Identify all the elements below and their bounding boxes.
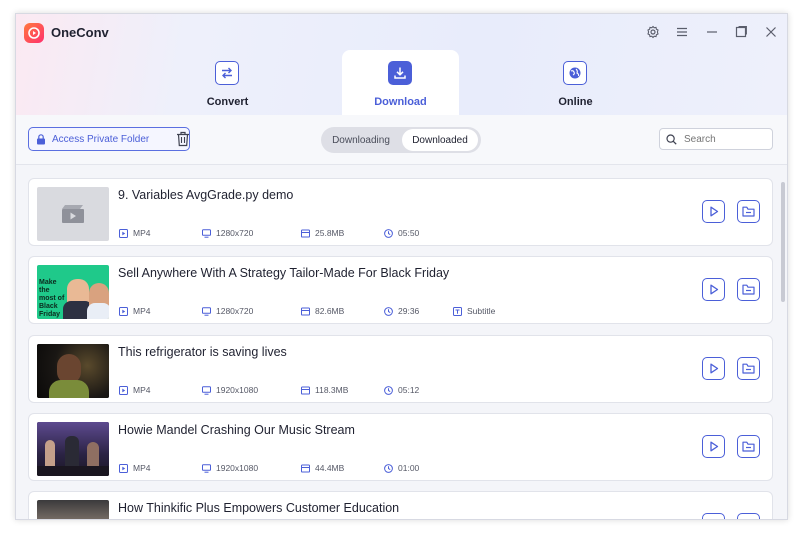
title-bar: OneConv Convert Download Online xyxy=(16,14,787,115)
format-icon xyxy=(119,306,128,316)
play-button[interactable] xyxy=(702,278,725,301)
video-resolution: 1920x1080 xyxy=(216,385,259,395)
play-button[interactable] xyxy=(702,357,725,380)
video-resolution: 1280x720 xyxy=(216,228,254,238)
open-folder-button[interactable] xyxy=(737,278,760,301)
close-icon[interactable] xyxy=(763,24,779,40)
format-icon xyxy=(119,385,128,395)
clock-icon xyxy=(384,306,393,316)
video-subtitle: Subtitle xyxy=(467,306,496,316)
video-placeholder-thumbnail xyxy=(37,187,109,241)
open-folder-button[interactable] xyxy=(737,513,760,519)
convert-arrows-icon xyxy=(215,61,239,85)
downloads-list: 9. Variables AvgGrade.py demo MP4 1280x7… xyxy=(16,165,787,519)
tab-convert[interactable]: Convert xyxy=(169,50,286,115)
resolution-icon xyxy=(202,385,211,395)
video-format: MP4 xyxy=(133,463,151,473)
play-icon xyxy=(709,206,719,217)
private-folder-label: Access Private Folder xyxy=(52,133,150,145)
tab-download[interactable]: Download xyxy=(342,50,459,115)
settings-gear-icon[interactable] xyxy=(645,24,661,40)
list-scrollbar[interactable] xyxy=(781,182,785,302)
list-item[interactable]: Make the most of Black Friday Sell Anywh… xyxy=(28,256,773,324)
play-button[interactable] xyxy=(702,513,725,519)
video-title: 9. Variables AvgGrade.py demo xyxy=(118,188,294,202)
play-icon xyxy=(709,363,719,374)
video-duration: 29:36 xyxy=(398,306,420,316)
format-icon xyxy=(119,228,128,238)
app-logo xyxy=(24,23,44,43)
segment-downloaded[interactable]: Downloaded xyxy=(402,129,478,151)
subtitle-icon xyxy=(453,306,462,316)
video-thumbnail xyxy=(37,500,109,519)
download-status-toggle: Downloading Downloaded xyxy=(321,127,481,153)
trash-icon[interactable] xyxy=(176,131,190,147)
maximize-icon[interactable] xyxy=(733,24,749,40)
open-folder-button[interactable] xyxy=(737,200,760,223)
video-size: 25.8MB xyxy=(315,228,345,238)
play-icon xyxy=(709,441,719,452)
video-duration: 05:50 xyxy=(398,228,420,238)
open-folder-button[interactable] xyxy=(737,435,760,458)
tab-online-label: Online xyxy=(558,96,593,108)
video-thumbnail xyxy=(37,344,109,398)
video-duration: 05:12 xyxy=(398,385,420,395)
play-icon xyxy=(709,284,719,295)
search-input[interactable] xyxy=(682,132,766,146)
resolution-icon xyxy=(202,228,211,238)
file-size-icon xyxy=(301,307,310,316)
minimize-icon[interactable] xyxy=(704,24,720,40)
video-title: Sell Anywhere With A Strategy Tailor-Mad… xyxy=(118,266,450,280)
video-title: How Thinkific Plus Empowers Customer Edu… xyxy=(118,501,400,515)
list-item[interactable]: This refrigerator is saving lives MP4 19… xyxy=(28,335,773,403)
video-size: 82.6MB xyxy=(315,306,345,316)
lock-icon xyxy=(36,133,46,145)
list-item[interactable]: 9. Variables AvgGrade.py demo MP4 1280x7… xyxy=(28,178,773,246)
download-icon xyxy=(388,61,412,85)
video-format: MP4 xyxy=(133,228,151,238)
play-button[interactable] xyxy=(702,435,725,458)
globe-icon xyxy=(563,61,587,85)
video-duration: 01:00 xyxy=(398,463,420,473)
open-folder-button[interactable] xyxy=(737,357,760,380)
access-private-folder-button[interactable]: Access Private Folder xyxy=(28,127,190,151)
resolution-icon xyxy=(202,306,211,316)
clock-icon xyxy=(384,228,393,238)
file-size-icon xyxy=(301,229,310,238)
video-format: MP4 xyxy=(133,385,151,395)
format-icon xyxy=(119,463,128,473)
folder-icon xyxy=(742,363,755,374)
app-window: OneConv Convert Download Online Access P… xyxy=(15,13,788,520)
file-size-icon xyxy=(301,386,310,395)
video-title: Howie Mandel Crashing Our Music Stream xyxy=(118,423,355,437)
tab-online[interactable]: Online xyxy=(517,50,634,115)
tab-convert-label: Convert xyxy=(206,96,249,108)
file-size-icon xyxy=(301,464,310,473)
video-thumbnail: Make the most of Black Friday xyxy=(37,265,109,319)
video-resolution: 1920x1080 xyxy=(216,463,259,473)
play-button[interactable] xyxy=(702,200,725,223)
list-item[interactable]: Howie Mandel Crashing Our Music Stream M… xyxy=(28,413,773,481)
list-item[interactable]: How Thinkific Plus Empowers Customer Edu… xyxy=(28,491,773,519)
search-icon xyxy=(666,133,677,145)
search-box xyxy=(659,128,773,150)
clock-icon xyxy=(384,463,393,473)
video-thumbnail xyxy=(37,422,109,476)
video-size: 44.4MB xyxy=(315,463,345,473)
video-title: This refrigerator is saving lives xyxy=(118,345,287,359)
folder-icon xyxy=(742,206,755,217)
resolution-icon xyxy=(202,463,211,473)
app-title: OneConv xyxy=(51,25,109,40)
video-format: MP4 xyxy=(133,306,151,316)
clock-icon xyxy=(384,385,393,395)
folder-icon xyxy=(742,441,755,452)
folder-icon xyxy=(742,284,755,295)
video-size: 118.3MB xyxy=(315,385,349,395)
menu-icon[interactable] xyxy=(674,24,690,40)
video-resolution: 1280x720 xyxy=(216,306,254,316)
tab-download-label: Download xyxy=(374,96,427,108)
segment-downloading[interactable]: Downloading xyxy=(324,129,398,151)
